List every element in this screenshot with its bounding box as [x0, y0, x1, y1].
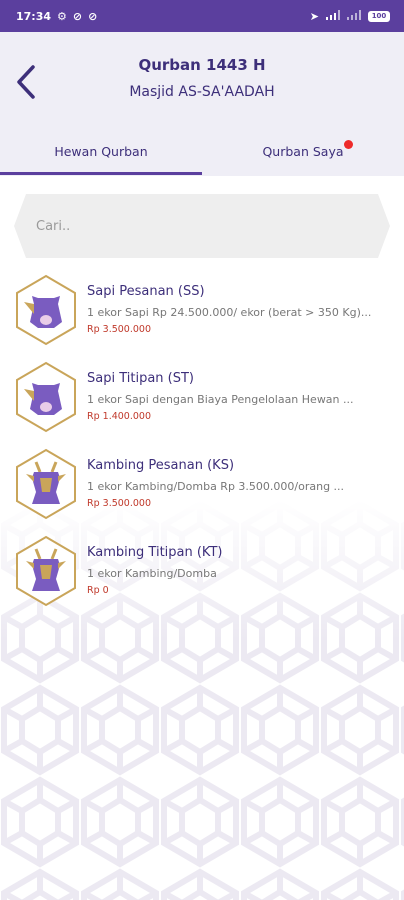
cow-icon	[16, 361, 76, 433]
list-item[interactable]: Sapi Titipan (ST) 1 ekor Sapi dengan Bia…	[0, 359, 404, 446]
item-price: Rp 3.500.000	[87, 324, 151, 335]
page-title: Qurban 1443 H	[138, 56, 266, 74]
blocked-icon-2: ⊘	[88, 9, 98, 23]
location-icon: ➤	[309, 9, 319, 23]
list-item[interactable]: Kambing Pesanan (KS) 1 ekor Kambing/Domb…	[0, 446, 404, 533]
item-description: 1 ekor Sapi Rp 24.500.000/ ekor (berat >…	[87, 306, 372, 319]
signal-icon	[326, 9, 340, 23]
item-name: Kambing Titipan (KT)	[87, 545, 223, 560]
item-price: Rp 0	[87, 585, 109, 596]
settings-icon: ⚙	[57, 9, 67, 23]
wifi-signal-icon	[347, 9, 361, 23]
item-description: 1 ekor Kambing/Domba	[87, 567, 217, 580]
tab-label: Hewan Qurban	[54, 144, 148, 159]
list-item[interactable]: Kambing Titipan (KT) 1 ekor Kambing/Domb…	[0, 533, 404, 620]
page-subtitle: Masjid AS-SA'AADAH	[129, 84, 275, 100]
animal-list: Sapi Pesanan (SS) 1 ekor Sapi Rp 24.500.…	[0, 272, 404, 620]
tab-hewan-qurban[interactable]: Hewan Qurban	[0, 140, 202, 176]
status-time: 17:34	[16, 9, 52, 23]
tab-label: Qurban Saya	[262, 144, 344, 159]
list-item[interactable]: Sapi Pesanan (SS) 1 ekor Sapi Rp 24.500.…	[0, 272, 404, 359]
item-name: Sapi Titipan (ST)	[87, 371, 195, 386]
header: Qurban 1443 H Masjid AS-SA'AADAH Hewan Q…	[0, 32, 404, 176]
item-name: Kambing Pesanan (KS)	[87, 458, 235, 473]
item-name: Sapi Pesanan (SS)	[87, 284, 205, 299]
battery-icon: 100	[368, 10, 390, 22]
tab-indicator	[0, 172, 202, 175]
item-description: 1 ekor Sapi dengan Biaya Pengelolaan Hew…	[87, 393, 354, 406]
notification-badge	[343, 140, 353, 149]
status-right: ➤ 100	[309, 9, 390, 23]
item-price: Rp 1.400.000	[87, 411, 151, 422]
cow-icon	[16, 274, 76, 346]
tab-qurban-saya[interactable]: Qurban Saya	[202, 140, 404, 176]
item-description: 1 ekor Kambing/Domba Rp 3.500.000/orang …	[87, 480, 345, 493]
search-box[interactable]	[14, 194, 390, 258]
status-bar: 17:34 ⚙ ⊘ ⊘ ➤ 100	[0, 0, 404, 32]
goat-icon	[16, 448, 76, 520]
status-left: 17:34 ⚙ ⊘ ⊘	[16, 10, 97, 23]
item-price: Rp 3.500.000	[87, 498, 151, 509]
goat-icon	[16, 535, 76, 607]
blocked-icon: ⊘	[72, 9, 83, 23]
search-input[interactable]	[36, 194, 366, 258]
